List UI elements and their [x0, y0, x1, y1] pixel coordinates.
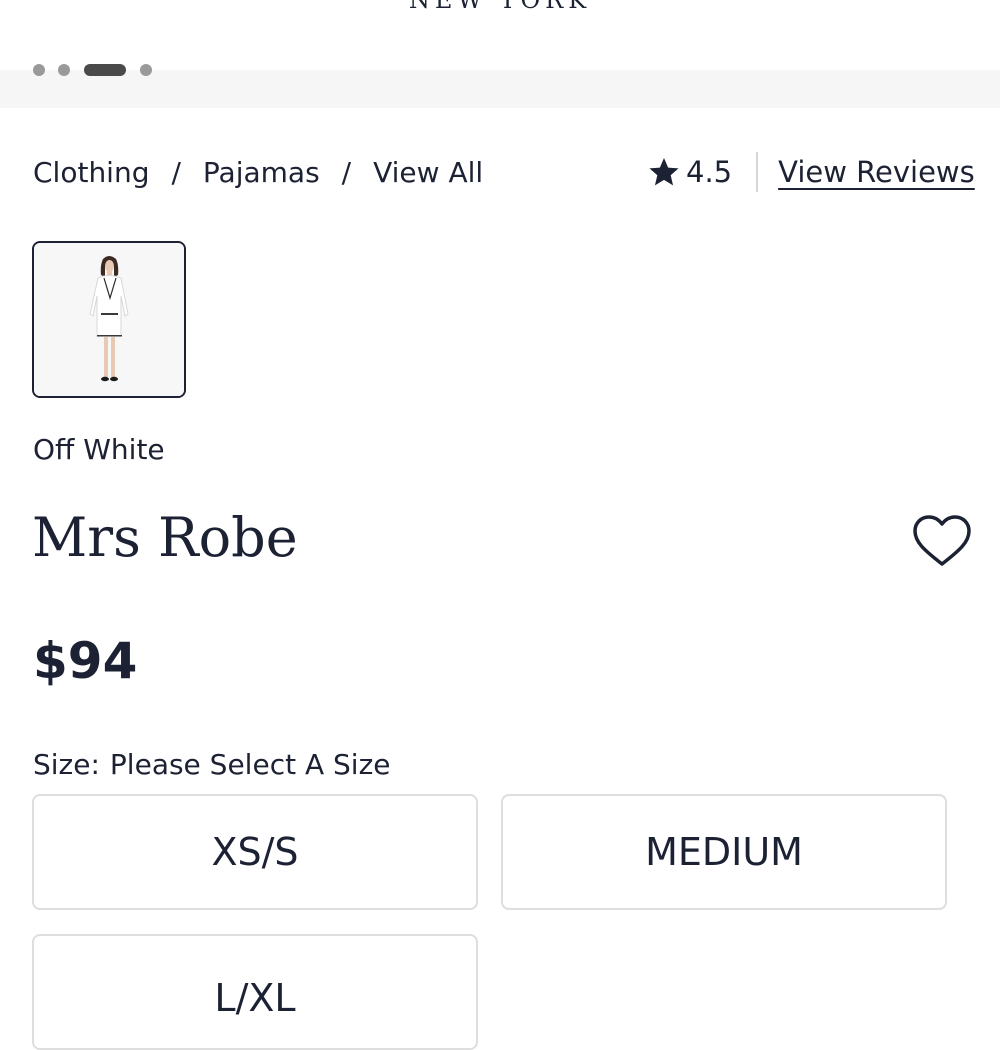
carousel-dot-active[interactable]	[84, 64, 126, 76]
carousel-dot[interactable]	[140, 64, 152, 76]
carousel-dot[interactable]	[33, 64, 45, 76]
selected-color-name: Off White	[33, 433, 165, 466]
size-prompt: Please Select A Size	[109, 748, 391, 781]
carousel-dot[interactable]	[58, 64, 70, 76]
product-rating: 4.5 View Reviews	[648, 152, 975, 192]
rating-value: 4.5	[686, 155, 733, 189]
brand-header: NEW YORK	[0, 0, 1000, 70]
view-reviews-link[interactable]: View Reviews	[778, 155, 975, 189]
size-option-medium[interactable]: MEDIUM	[501, 794, 947, 910]
color-swatch-off-white[interactable]	[32, 241, 186, 398]
rating-divider	[756, 152, 759, 192]
breadcrumb-clothing[interactable]: Clothing	[33, 156, 149, 189]
breadcrumb-separator: /	[171, 156, 181, 189]
size-option-xs-s[interactable]: XS/S	[32, 794, 478, 910]
brand-city-text: NEW YORK	[408, 0, 592, 14]
heart-icon	[913, 515, 971, 566]
wishlist-button[interactable]	[910, 512, 974, 572]
breadcrumb-separator: /	[341, 156, 352, 189]
size-selection-label: Size: Please Select A Size	[33, 748, 391, 781]
product-price: $94	[33, 632, 138, 690]
star-icon	[649, 158, 679, 186]
size-label-prefix: Size:	[33, 748, 100, 781]
breadcrumb-pajamas[interactable]: Pajamas	[203, 156, 320, 189]
product-title: Mrs Robe	[32, 506, 298, 569]
size-option-l-xl[interactable]: L/XL	[32, 934, 478, 1050]
breadcrumb-view-all[interactable]: View All	[373, 156, 483, 189]
breadcrumb: Clothing / Pajamas / View All	[33, 156, 483, 189]
product-model-thumbnail	[34, 243, 184, 396]
image-carousel-indicator	[0, 64, 1000, 108]
